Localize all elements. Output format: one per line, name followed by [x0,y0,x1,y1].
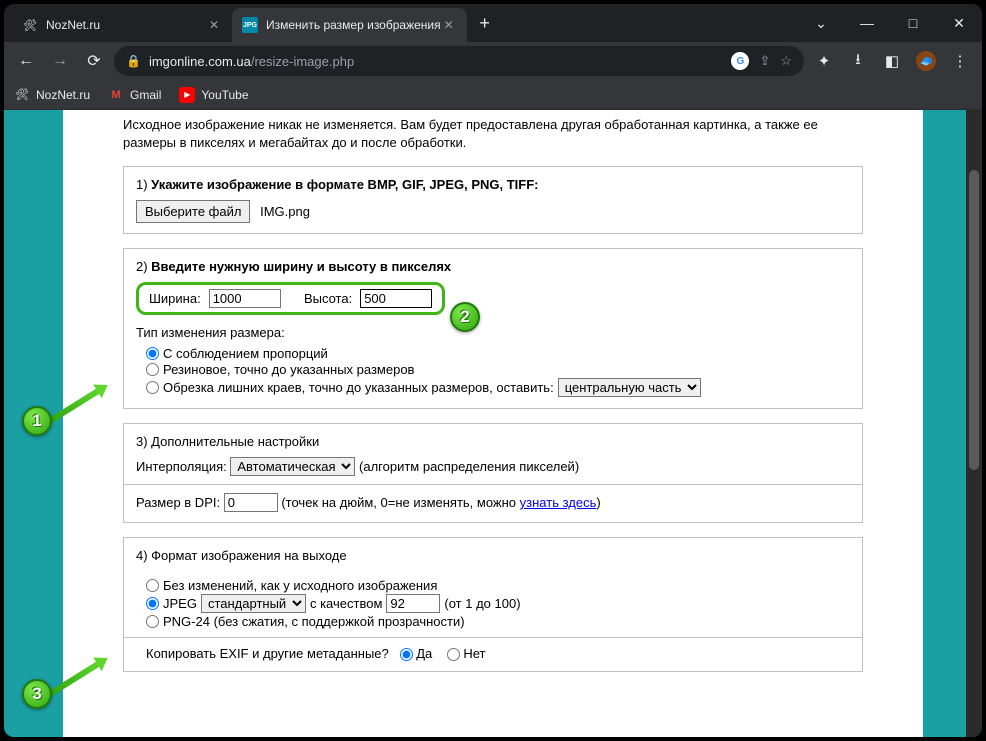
url-path: /resize-image.php [251,54,354,69]
exif-yes-radio[interactable] [400,648,413,661]
radio-input[interactable] [146,363,159,376]
back-button[interactable]: ← [12,47,40,75]
interp-label: Интерполяция: [136,459,227,474]
browser-tab[interactable]: JPG Изменить размер изображения ✕ [232,8,467,42]
url-host: imgonline.com.ua [149,54,251,69]
forward-button: → [46,47,74,75]
scrollbar-thumb[interactable] [969,170,979,470]
close-icon[interactable]: ✕ [441,18,457,32]
menu-icon[interactable]: ⋮ [946,47,974,75]
dpi-label: Размер в DPI: [136,495,220,510]
annotation-badge-2: 2 [450,302,480,332]
format-radio-original[interactable]: Без изменений, как у исходного изображен… [146,578,850,593]
radio-input[interactable] [146,381,159,394]
gmail-icon: M [108,87,124,103]
youtube-icon: ▶ [179,87,195,103]
choose-file-button[interactable]: Выберите файл [136,200,250,223]
tab-favicon: 🛠 [22,17,38,33]
download-icon[interactable]: ⭳ [844,47,872,75]
resize-radio-crop[interactable]: Обрезка лишних краев, точно до указанных… [146,378,850,397]
interpolation-select[interactable]: Автоматическая [230,457,355,476]
bookmark-label: YouTube [201,88,248,102]
bookmark-item[interactable]: M Gmail [108,87,161,103]
exif-no-radio[interactable] [447,648,460,661]
titlebar: 🛠 NozNet.ru ✕ JPG Изменить размер изобра… [4,4,982,42]
radio-input[interactable] [146,579,159,592]
bookmark-label: NozNet.ru [36,88,90,102]
format-radio-jpeg[interactable]: JPEG стандартный с качеством (от 1 до 10… [146,594,850,613]
close-icon[interactable]: ✕ [206,18,222,32]
dpi-help-link[interactable]: узнать здесь [520,495,597,510]
step2-title: 2) Введите нужную ширину и высоту в пикс… [136,259,850,274]
browser-toolbar: ← → ⟳ 🔒 imgonline.com.ua/resize-image.ph… [4,42,982,80]
star-icon[interactable]: ☆ [780,53,792,69]
page-viewport: Исходное изображение никак не изменяется… [4,110,982,737]
google-icon[interactable]: G [731,52,749,70]
dpi-input[interactable] [224,493,278,512]
selected-filename: IMG.png [260,204,310,219]
side-panel-icon[interactable]: ◧ [878,47,906,75]
annotation-badge-1: 1 [22,406,52,436]
width-label: Ширина: [149,291,201,306]
step3-block: 3) Дополнительные настройки Интерполяция… [123,423,863,523]
radio-input[interactable] [146,347,159,360]
resize-type-label: Тип изменения размера: [136,325,850,340]
step2-block: 2) Введите нужную ширину и высоту в пикс… [123,248,863,409]
reload-button[interactable]: ⟳ [80,47,108,75]
new-tab-button[interactable]: + [471,13,499,34]
bookmarks-bar: 🛠 NozNet.ru M Gmail ▶ YouTube [4,80,982,110]
chevron-down-icon[interactable]: ⌄ [798,4,844,42]
intro-text: Исходное изображение никак не изменяется… [123,116,863,152]
address-bar[interactable]: 🔒 imgonline.com.ua/resize-image.php G ⇪ … [114,46,804,76]
tab-title: NozNet.ru [46,18,206,32]
bookmark-icon: 🛠 [14,87,30,103]
interp-hint: (алгоритм распределения пикселей) [359,459,579,474]
lock-icon: 🔒 [126,54,141,68]
height-input[interactable] [360,289,432,308]
resize-radio-stretch[interactable]: Резиновое, точно до указанных размеров [146,362,850,377]
bookmark-label: Gmail [130,88,161,102]
dimensions-row: Ширина: Высота: [136,282,445,315]
width-input[interactable] [209,289,281,308]
tab-title: Изменить размер изображения [266,18,441,32]
exif-label: Копировать EXIF и другие метаданные? [146,646,389,661]
step1-block: 1) Укажите изображение в формате BMP, GI… [123,166,863,234]
step3-title: 3) Дополнительные настройки [136,434,850,449]
step4-block: 4) Формат изображения на выходе Без изме… [123,537,863,672]
vertical-scrollbar[interactable] [966,110,982,737]
height-label: Высота: [304,291,352,306]
resize-radio-proportional[interactable]: С соблюдением пропорций [146,346,850,361]
annotation-badge-3: 3 [22,679,52,709]
tab-favicon: JPG [242,17,258,33]
page-content[interactable]: Исходное изображение никак не изменяется… [63,110,923,737]
radio-input[interactable] [146,615,159,628]
maximize-button[interactable]: □ [890,4,936,42]
minimize-button[interactable]: — [844,4,890,42]
bookmark-item[interactable]: ▶ YouTube [179,87,248,103]
share-icon[interactable]: ⇪ [759,53,770,69]
crop-position-select[interactable]: центральную часть [558,378,701,397]
close-window-button[interactable]: ✕ [936,4,982,42]
dpi-hint: (точек на дюйм, 0=не изменять, можно [281,495,519,510]
radio-input[interactable] [146,597,159,610]
extensions-icon[interactable]: ✦ [810,47,838,75]
jpeg-quality-input[interactable] [386,594,440,613]
format-radio-png[interactable]: PNG-24 (без сжатия, с поддержкой прозрач… [146,614,850,629]
profile-avatar[interactable]: 🧢 [912,47,940,75]
step1-title: 1) Укажите изображение в формате BMP, GI… [136,177,850,192]
step4-title: 4) Формат изображения на выходе [136,548,850,563]
jpeg-type-select[interactable]: стандартный [201,594,306,613]
browser-tab[interactable]: 🛠 NozNet.ru ✕ [12,8,232,42]
bookmark-item[interactable]: 🛠 NozNet.ru [14,87,90,103]
